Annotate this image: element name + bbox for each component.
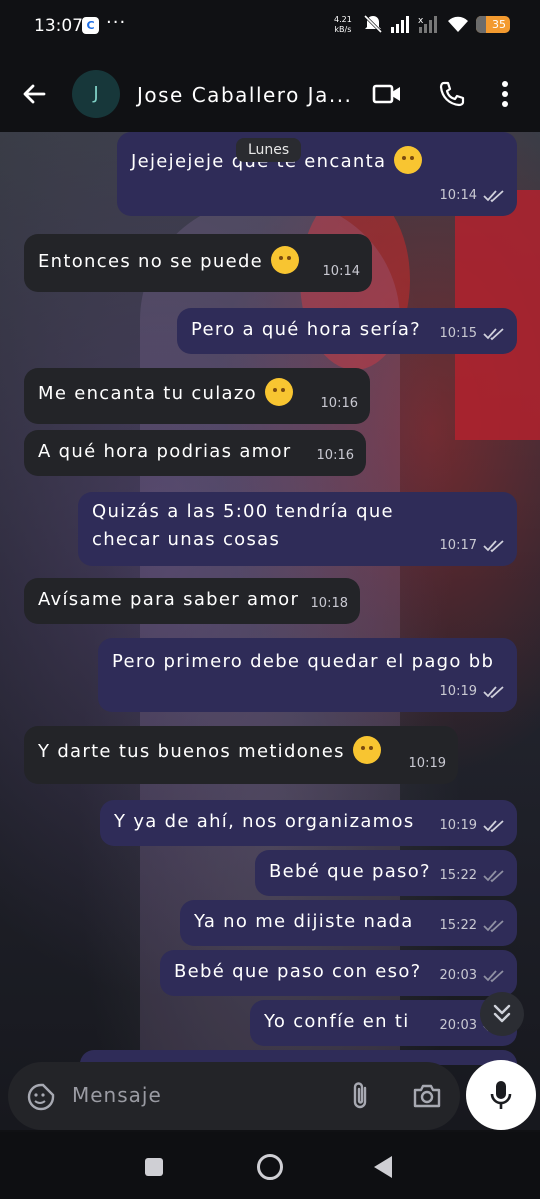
tongue-out-emoji-icon [352, 736, 381, 764]
message-text: Y darte tus buenos metidones [38, 741, 345, 762]
message-text: Bebé que paso? [269, 861, 431, 882]
message-bubble[interactable]: Ya no me dijiste nada 15:22 [180, 900, 517, 946]
paperclip-icon[interactable] [348, 1080, 374, 1112]
message-text: Y ya de ahí, nos organizamos [114, 811, 415, 832]
arrow-left-icon[interactable] [20, 80, 48, 108]
message-time: 15:22 [439, 918, 477, 933]
wifi-icon [448, 16, 468, 32]
more-notifications-icon: ··· [106, 12, 127, 33]
message-time: 10:15 [439, 326, 477, 341]
network-speed-value: 4.21 [334, 15, 352, 24]
chat-header: J Jose Caballero Ja... [0, 56, 540, 132]
message-bubble[interactable]: Yo confíe en ti 20:03 [250, 1000, 517, 1046]
status-icons: x 35 [362, 14, 510, 34]
back-triangle-icon[interactable] [374, 1156, 392, 1178]
message-time: 20:03 [439, 968, 477, 983]
double-check-icon [483, 870, 504, 883]
double-check-icon [483, 328, 504, 341]
message-bubble[interactable]: Quizás a las 5:00 tendría que checar una… [78, 492, 517, 566]
double-check-icon [483, 970, 504, 983]
message-time: 10:19 [439, 684, 477, 699]
double-chevron-down-icon [493, 1004, 511, 1023]
calendar-icon: C [82, 17, 99, 34]
message-text: A qué hora podrias amor [38, 441, 292, 462]
message-text: Pero a qué hora sería? [191, 319, 422, 340]
network-speed: 4.21 kB/s [334, 15, 352, 35]
home-icon[interactable] [257, 1154, 283, 1180]
message-text: Entonces no se puede [38, 251, 264, 272]
message-time: 10:14 [439, 188, 477, 203]
message-bubble[interactable]: Jejejejeje que te encanta 10:14 [117, 132, 517, 216]
video-camera-icon[interactable] [372, 82, 402, 106]
message-time: 10:18 [310, 596, 348, 611]
message-list[interactable]: Lunes Jejejejeje que te encanta 10:14 En… [0, 130, 540, 1065]
message-bubble[interactable]: Bebé que paso? 15:22 [255, 850, 517, 896]
message-time: 10:17 [439, 538, 477, 553]
signal-icon [391, 16, 409, 33]
double-check-icon [483, 686, 504, 699]
message-time: 10:19 [408, 756, 446, 771]
message-text: Bebé que paso con eso? [174, 961, 422, 982]
message-text: Quizás a las 5:00 tendría que checar una… [92, 501, 394, 550]
message-time: 10:16 [320, 396, 358, 411]
sticker-icon[interactable] [26, 1082, 56, 1112]
double-check-icon [483, 920, 504, 933]
contact-name[interactable]: Jose Caballero Ja... [137, 83, 352, 107]
message-text: Yo confíe en ti [264, 1011, 410, 1032]
silent-mode-icon [363, 14, 383, 34]
more-vert-icon[interactable] [500, 80, 510, 108]
message-bubble[interactable]: A qué hora podrias amor 10:16 [24, 430, 366, 476]
message-bubble[interactable]: Avísame para saber amor 10:18 [24, 578, 360, 624]
message-time: 10:19 [439, 818, 477, 833]
status-time: 13:07 [34, 16, 83, 36]
message-time: 10:16 [316, 448, 354, 463]
battery-indicator: 35 [476, 15, 510, 33]
message-time: 10:14 [322, 264, 360, 279]
message-bubble[interactable]: Bebé que paso con eso? 20:03 [160, 950, 517, 996]
double-check-icon [483, 820, 504, 833]
message-bubble[interactable]: Y ya de ahí, nos organizamos 10:19 [100, 800, 517, 846]
date-divider: Lunes [236, 138, 302, 162]
message-bubble[interactable]: Entonces no se puede 10:14 [24, 234, 372, 292]
smiling-blush-emoji-icon [271, 246, 300, 274]
system-nav-bar [0, 1132, 540, 1199]
mic-button[interactable] [466, 1060, 536, 1130]
message-bubble[interactable]: Y darte tus buenos metidones 10:19 [24, 726, 458, 784]
message-time: 15:22 [439, 868, 477, 883]
message-time: 20:03 [439, 1018, 477, 1033]
network-speed-unit: kB/s [334, 25, 352, 34]
recents-icon[interactable] [145, 1158, 163, 1176]
signal-no-service-icon: x [418, 16, 437, 33]
message-text: Avísame para saber amor [38, 589, 300, 610]
message-text: Me encanta tu culazo [38, 383, 257, 404]
double-check-icon [483, 540, 504, 553]
avatar[interactable]: J [72, 70, 120, 118]
svg-text:x: x [418, 16, 424, 26]
message-bubble[interactable]: Me encanta tu culazo 10:16 [24, 368, 370, 424]
message-text: Pero primero debe quedar el pago bb [112, 651, 495, 672]
yum-emoji-icon [264, 378, 293, 406]
phone-icon[interactable] [438, 80, 466, 108]
microphone-icon [490, 1081, 512, 1109]
message-input[interactable]: Mensaje [72, 1083, 162, 1107]
message-text: Ya no me dijiste nada [194, 911, 414, 932]
message-composer: Mensaje [8, 1062, 460, 1130]
message-bubble[interactable]: Pero a qué hora sería? 10:15 [177, 308, 517, 354]
scroll-to-bottom-button[interactable] [480, 992, 524, 1036]
double-check-icon [483, 190, 504, 203]
message-bubble[interactable]: Pero primero debe quedar el pago bb 10:1… [98, 638, 517, 712]
smirk-emoji-icon [394, 146, 423, 174]
status-bar: 13:07 C ··· 4.21 kB/s x 35 [0, 0, 540, 56]
camera-icon[interactable] [412, 1082, 442, 1110]
